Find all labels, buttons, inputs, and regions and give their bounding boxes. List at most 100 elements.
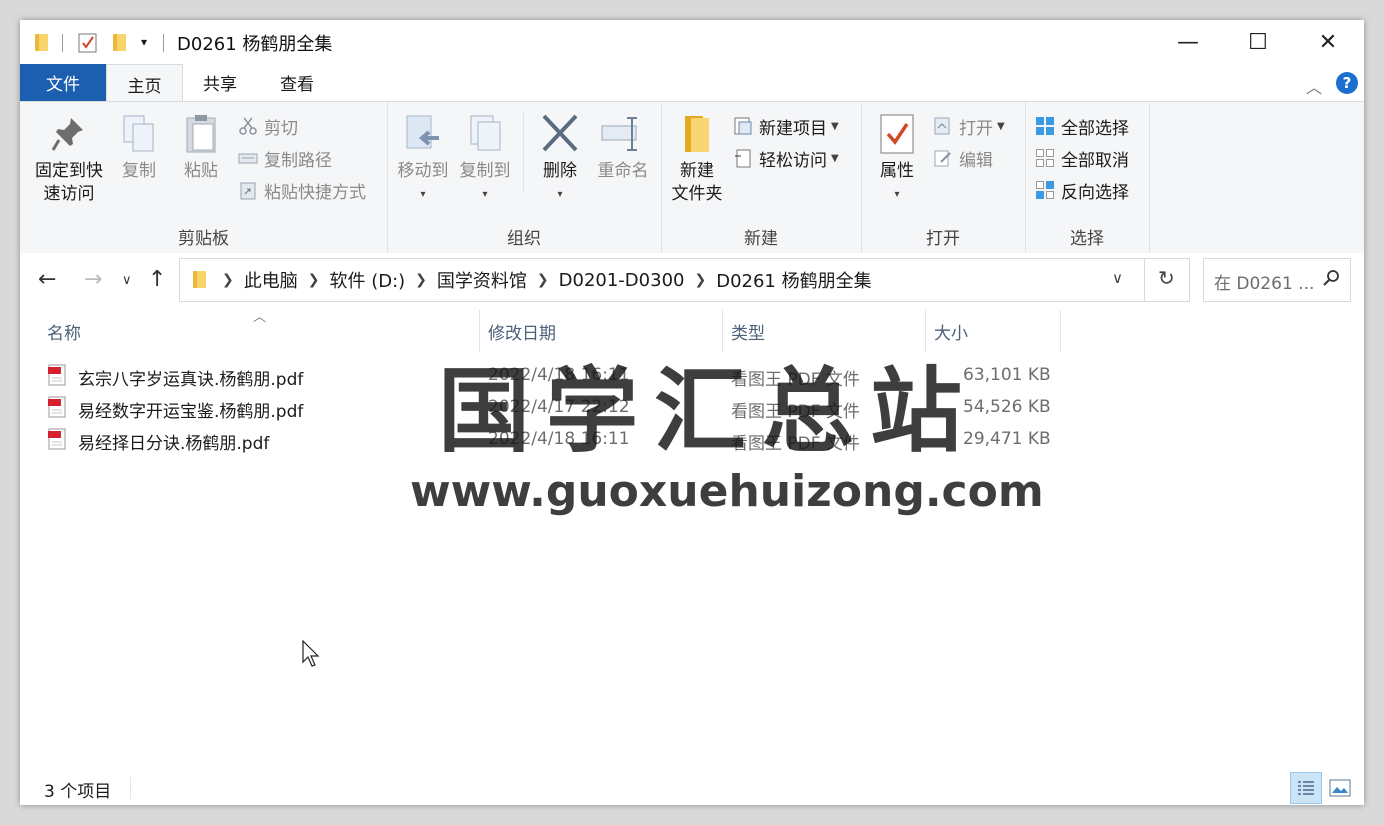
minimize-button[interactable]: — <box>1153 20 1223 64</box>
copy-path-button[interactable]: 复制路径 <box>238 146 332 171</box>
open-group-label: 打开 <box>926 229 960 249</box>
new-folder-label-line1: 新建 <box>680 161 714 181</box>
collapse-ribbon-icon[interactable]: ︿ <box>1306 74 1322 97</box>
address-bar[interactable]: ❯ 此电脑 ❯ 软件 (D:) ❯ 国学资料馆 ❯ D0201-D0300 ❯ … <box>179 258 1190 302</box>
move-to-dropdown-icon: ▾ <box>420 189 426 200</box>
edit-button[interactable]: 编辑 <box>933 146 993 171</box>
ribbon-tabs: 文件 主页 共享 查看 ︿ ? <box>20 64 1364 103</box>
paste-shortcut-label: 粘贴快捷方式 <box>264 182 366 203</box>
back-arrow-icon[interactable]: ← <box>38 267 56 292</box>
chevron-right-icon[interactable]: ❯ <box>415 272 427 288</box>
watermark-title: 国学汇总站 <box>438 358 979 465</box>
tab-view[interactable]: 查看 <box>262 64 332 101</box>
copy-button[interactable]: 复制 <box>114 112 164 183</box>
file-name: 易经择日分诀.杨鹤朋.pdf <box>78 434 270 454</box>
paste-shortcut-icon <box>238 180 258 200</box>
pin-icon <box>49 112 89 156</box>
paste-button[interactable]: 粘贴 <box>176 112 226 183</box>
properties-icon <box>877 112 917 156</box>
new-folder-label-line2: 文件夹 <box>671 184 723 204</box>
delete-dropdown-icon: ▾ <box>557 189 563 200</box>
scissors-icon <box>238 116 258 136</box>
edit-label: 编辑 <box>959 150 993 171</box>
large-icons-view-icon[interactable] <box>1324 772 1356 804</box>
new-folder-quick-icon[interactable] <box>112 30 128 54</box>
divider <box>163 34 164 52</box>
cut-button[interactable]: 剪切 <box>238 114 298 139</box>
recent-locations-chevron-icon[interactable]: ∨ <box>122 273 132 288</box>
refresh-icon[interactable]: ↻ <box>1158 266 1175 290</box>
new-group-label: 新建 <box>744 229 778 249</box>
chevron-right-icon[interactable]: ❯ <box>537 272 549 288</box>
tab-file[interactable]: 文件 <box>20 64 106 101</box>
tab-share[interactable]: 共享 <box>186 64 254 101</box>
breadcrumb-item[interactable]: 此电脑 <box>244 267 298 293</box>
invert-selection-button[interactable]: 反向选择 <box>1035 178 1129 203</box>
close-button[interactable]: ✕ <box>1293 20 1363 64</box>
ribbon: 固定到快 速访问 复制 粘贴 剪切 复制路径 粘贴快捷方式 剪贴板 移动到 ▾ … <box>20 101 1364 254</box>
search-icon[interactable] <box>1322 269 1340 292</box>
delete-button[interactable]: 删除 ▾ <box>535 112 585 206</box>
chevron-down-icon: ▼ <box>997 120 1005 132</box>
breadcrumb-item[interactable]: 国学资料馆 <box>437 267 527 293</box>
help-icon[interactable]: ? <box>1336 72 1358 94</box>
search-box[interactable]: 在 D0261 ... <box>1203 258 1351 302</box>
new-group: 新建 文件夹 新建项目 ▼ 轻松访问 ▼ 新建 <box>661 102 862 253</box>
forward-arrow-icon[interactable]: → <box>84 267 102 292</box>
search-placeholder: 在 D0261 ... <box>1214 274 1315 294</box>
clipboard-group-label: 剪贴板 <box>178 229 229 249</box>
open-button[interactable]: 打开 ▼ <box>933 114 1005 139</box>
easy-access-label: 轻松访问 <box>759 150 827 171</box>
divider <box>62 34 63 52</box>
properties-label: 属性 <box>880 161 914 181</box>
rename-button[interactable]: 重命名 <box>593 112 653 183</box>
column-divider[interactable] <box>1060 310 1061 352</box>
select-none-icon <box>1035 148 1055 168</box>
copy-icon <box>119 112 159 156</box>
chevron-right-icon[interactable]: ❯ <box>694 272 706 288</box>
folder-icon <box>192 270 208 290</box>
paste-shortcut-button[interactable]: 粘贴快捷方式 <box>238 178 366 203</box>
maximize-button[interactable]: ☐ <box>1223 20 1293 64</box>
select-group: 全部选择 全部取消 反向选择 选择 <box>1025 102 1150 253</box>
paste-icon <box>181 112 221 156</box>
properties-button[interactable]: 属性 ▾ <box>867 112 927 206</box>
easy-access-button[interactable]: 轻松访问 ▼ <box>733 146 839 171</box>
rename-icon <box>600 112 646 156</box>
breadcrumb-item[interactable]: D0261 杨鹤朋全集 <box>716 267 871 293</box>
properties-quick-icon[interactable] <box>78 30 98 54</box>
customize-quick-access-icon[interactable]: ▾ <box>141 30 147 54</box>
open-label: 打开 <box>959 118 993 139</box>
copy-to-button[interactable]: 复制到 ▾ <box>457 112 513 206</box>
rename-label: 重命名 <box>597 161 649 181</box>
new-item-button[interactable]: 新建项目 ▼ <box>733 114 839 139</box>
pin-label-line1: 固定到快 <box>35 161 103 181</box>
breadcrumb-item[interactable]: D0201-D0300 <box>559 270 685 291</box>
explorer-window: ▾ D0261 杨鹤朋全集 — ☐ ✕ 文件 主页 共享 查看 ︿ ? 固定到快… <box>20 20 1364 805</box>
organize-group: 移动到 ▾ 复制到 ▾ 删除 ▾ 重命名 组织 <box>387 102 662 253</box>
select-none-button[interactable]: 全部取消 <box>1035 146 1129 171</box>
move-to-button[interactable]: 移动到 ▾ <box>395 112 451 206</box>
pdf-file-icon <box>48 364 66 386</box>
title-bar: ▾ D0261 杨鹤朋全集 — ☐ ✕ <box>20 20 1364 64</box>
details-view-icon[interactable] <box>1290 772 1322 804</box>
column-header-name[interactable]: 名称 <box>47 319 81 344</box>
easy-access-icon <box>733 148 753 168</box>
tab-home[interactable]: 主页 <box>106 64 183 103</box>
breadcrumb-item[interactable]: 软件 (D:) <box>329 267 405 293</box>
select-all-button[interactable]: 全部选择 <box>1035 114 1129 139</box>
chevron-right-icon[interactable]: ❯ <box>308 272 320 288</box>
select-none-label: 全部取消 <box>1061 150 1129 171</box>
invert-selection-icon <box>1035 180 1055 200</box>
address-history-chevron-icon[interactable]: ∨ <box>1112 269 1123 287</box>
divider <box>523 112 524 192</box>
new-folder-button[interactable]: 新建 文件夹 <box>667 112 727 206</box>
paste-label: 粘贴 <box>184 161 218 181</box>
copy-path-label: 复制路径 <box>264 150 332 171</box>
new-item-label: 新建项目 <box>759 118 827 139</box>
file-name: 易经数字开运宝鉴.杨鹤朋.pdf <box>78 402 304 422</box>
open-icon <box>933 116 953 136</box>
divider <box>130 777 131 799</box>
up-arrow-icon[interactable]: ↑ <box>148 267 166 292</box>
pin-quick-access-button[interactable]: 固定到快 速访问 <box>30 112 108 206</box>
